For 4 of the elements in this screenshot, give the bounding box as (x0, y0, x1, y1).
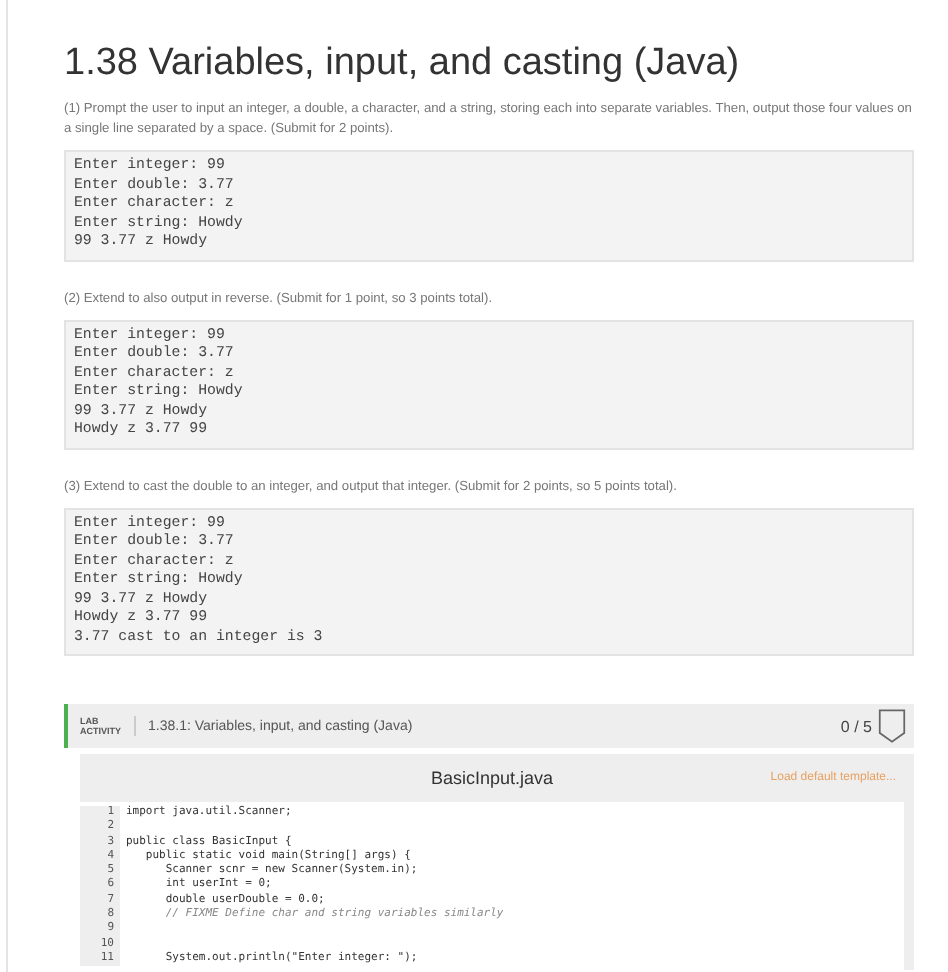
score-text: 0 / 5 (840, 717, 872, 735)
file-name: BasicInput.java (430, 768, 554, 788)
shield-icon (878, 708, 906, 744)
page-title: 1.38 Variables, input, and casting (Java) (64, 40, 742, 88)
